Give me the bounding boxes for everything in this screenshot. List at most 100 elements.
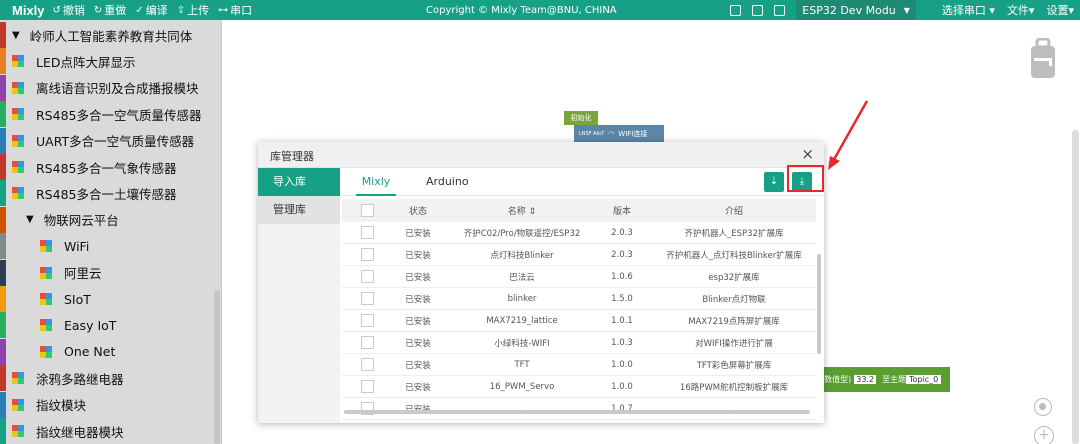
row-checkbox[interactable] xyxy=(360,226,374,239)
sidebar-item[interactable]: Easy IoT xyxy=(6,312,116,338)
close-icon[interactable]: × xyxy=(801,145,814,163)
cell-description: TFT彩色屏幕扩展库 xyxy=(696,360,772,371)
sidebar-item[interactable]: One Net xyxy=(6,339,115,365)
sidebar-item-label: SIoT xyxy=(64,291,91,307)
mqtt-value-field[interactable]: 33.2 xyxy=(854,375,877,384)
table-row[interactable]: 已安装 MAX7219_lattice 1.0.1 MAX7219点阵屏扩展库 xyxy=(342,310,816,332)
select-all-checkbox[interactable] xyxy=(360,204,374,217)
row-checkbox[interactable] xyxy=(360,248,374,261)
trash-icon[interactable] xyxy=(1030,38,1056,80)
cell-description: Blinker点灯物联 xyxy=(702,294,766,305)
table-row[interactable]: 已安装 齐护C02/Pro/物联遥控/ESP32 2.0.3 齐护机器人_ESP32扩… xyxy=(342,222,816,244)
blocks-icon xyxy=(12,398,24,411)
header-status: 状态 xyxy=(408,207,427,217)
cell-description: esp32扩展库 xyxy=(708,272,760,283)
wifi-block-ssid: LNSF AIoT xyxy=(579,131,605,137)
sidebar-item-label: RS485多合一土壤传感器 xyxy=(36,186,177,202)
sidebar-item[interactable]: 离线语音识别及合成播报模块 xyxy=(6,75,199,101)
row-checkbox[interactable] xyxy=(360,314,374,327)
tab-arduino[interactable]: Arduino xyxy=(426,168,469,196)
file-menu[interactable]: 文件▾ xyxy=(1007,2,1035,18)
cell-name: blinker xyxy=(507,293,537,304)
sidebar-item-label: Easy IoT xyxy=(64,317,117,333)
dialog-header: 库管理器 × xyxy=(258,142,824,168)
row-checkbox[interactable] xyxy=(360,336,374,349)
dialog-main: Mixly Arduino ⇣ ⤓ 状态 名称 ⇕ 版本 介绍 已安装 齐护C02… xyxy=(342,168,824,423)
cell-version: 2.0.3 xyxy=(611,227,633,238)
board-select[interactable]: ESP32 Dev Modu ▼ xyxy=(796,0,916,20)
workspace-scrollbar[interactable] xyxy=(1072,130,1079,444)
table-header: 状态 名称 ⇕ 版本 介绍 xyxy=(342,199,816,222)
table-row[interactable]: 已安装 TFT 1.0.0 TFT彩色屏幕扩展库 xyxy=(342,354,816,376)
sidebar-item[interactable]: UART多合一空气质量传感器 xyxy=(6,128,194,154)
cell-version: 1.0.7 xyxy=(611,403,633,414)
cell-checkbox xyxy=(352,332,382,353)
sidebar-item-label: 指纹模块 xyxy=(36,398,87,414)
recenter-icon[interactable] xyxy=(1034,398,1052,416)
sidebar-item-label: 涂鸦多路继电器 xyxy=(36,371,124,387)
sidebar-item[interactable]: ▼ 物联网云平台 xyxy=(6,207,119,233)
tab-manage-library[interactable]: 管理库 xyxy=(258,196,340,224)
serial-button[interactable]: ⊶ 串口 xyxy=(218,2,252,18)
upload-icon: ⇪ xyxy=(176,4,186,16)
redo-icon: ↻ xyxy=(93,4,103,16)
sidebar-item[interactable]: RS485多合一空气质量传感器 xyxy=(6,101,201,127)
blocks-icon xyxy=(12,108,24,121)
cloud-import-button[interactable]: ⇣ xyxy=(764,172,784,192)
sidebar-item[interactable]: 阿里云 xyxy=(6,260,102,286)
sidebar-item-label: 物联网云平台 xyxy=(43,213,119,229)
sidebar-item[interactable]: SIoT xyxy=(6,286,91,312)
redo-button[interactable]: ↻ 重做 xyxy=(94,2,126,18)
table-row[interactable]: 已安装 小绿科技-WIFI 1.0.3 对WIFI操作进行扩展 xyxy=(342,332,816,354)
top-toolbar: Mixly ↺ 撤销 ↻ 重做 ✓ 编译 ⇪ 上传 ⊶ 串口 Copyright © Mi… xyxy=(0,0,1080,20)
upload-button[interactable]: ⇪ 上传 xyxy=(177,2,209,18)
tab-import-library[interactable]: 导入库 xyxy=(258,168,340,196)
code-view-icon[interactable] xyxy=(730,4,742,16)
zoom-in-icon[interactable]: + xyxy=(1034,426,1054,444)
table-vertical-scrollbar[interactable] xyxy=(817,254,821,354)
sidebar-item[interactable]: RS485多合一气象传感器 xyxy=(6,154,176,180)
mqtt-publish-block[interactable]: (数值型) 33.2 至主题 Topic_0 xyxy=(818,367,950,392)
cell-name: 齐护C02/Pro/物联遥控/ESP32 xyxy=(463,228,581,239)
compile-button[interactable]: ✓ 编译 xyxy=(135,2,167,18)
tab-mixly[interactable]: Mixly xyxy=(356,168,396,196)
port-select[interactable]: 选择串口 ▾ xyxy=(942,2,995,18)
row-checkbox[interactable] xyxy=(360,270,374,283)
blocks-icon xyxy=(40,345,52,358)
sidebar-item[interactable]: WiFi xyxy=(6,233,89,259)
header-version: 版本 xyxy=(612,207,631,217)
cell-checkbox xyxy=(352,244,382,265)
xml-view-icon[interactable] xyxy=(774,4,786,16)
init-block[interactable]: 初始化 xyxy=(564,111,598,125)
row-checkbox[interactable] xyxy=(360,292,374,305)
cell-status: 已安装 xyxy=(405,294,431,305)
split-view-icon[interactable] xyxy=(752,4,764,16)
undo-button[interactable]: ↺ 撤销 xyxy=(53,2,85,18)
sidebar-item-label: One Net xyxy=(64,344,116,360)
table-row[interactable]: 已安装... 1.0.7... xyxy=(342,398,816,420)
cell-description: ... xyxy=(729,403,739,414)
table-row[interactable]: 已安装 点灯科技Blinker 2.0.3 齐护机器人_点灯科技Blinker扩展库 xyxy=(342,244,816,266)
sidebar-item-label: 离线语音识别及合成播报模块 xyxy=(36,81,199,97)
sidebar-item[interactable]: 指纹继电器模块 xyxy=(6,418,124,444)
table-horizontal-scrollbar[interactable] xyxy=(344,410,810,414)
sidebar-item[interactable]: ▼ 岭师人工智能素养教育共同体 xyxy=(6,22,192,48)
table-row[interactable]: 已安装 16_PWM_Servo 1.0.0 16路PWM舵机控制板扩展库 xyxy=(342,376,816,398)
sidebar-item[interactable]: LED点阵大屏显示 xyxy=(6,48,136,74)
sidebar-scrollbar[interactable] xyxy=(214,290,220,444)
cell-checkbox xyxy=(352,288,382,309)
mqtt-topic-field[interactable]: Topic_0 xyxy=(906,375,942,384)
table-row[interactable]: 已安装 巴法云 1.0.6 esp32扩展库 xyxy=(342,266,816,288)
table-row[interactable]: 已安装 blinker 1.5.0 Blinker点灯物联 xyxy=(342,288,816,310)
row-checkbox[interactable] xyxy=(360,358,374,371)
settings-menu[interactable]: 设置▾ xyxy=(1046,2,1074,18)
cell-version: 1.0.0 xyxy=(611,359,633,370)
row-checkbox[interactable] xyxy=(360,380,374,393)
sidebar-item[interactable]: 指纹模块 xyxy=(6,392,86,418)
wifi-connect-block[interactable]: LNSF AIoT ◠ WIFI连接 xyxy=(574,125,664,143)
sidebar-item[interactable]: 涂鸦多路继电器 xyxy=(6,365,124,391)
wifi-block-label: WIFI连接 xyxy=(618,130,648,138)
library-table: 状态 名称 ⇕ 版本 介绍 已安装 齐护C02/Pro/物联遥控/ESP32 2.0… xyxy=(342,199,816,420)
sidebar-item[interactable]: RS485多合一土壤传感器 xyxy=(6,180,176,206)
header-name[interactable]: 名称 ⇕ xyxy=(452,199,592,222)
